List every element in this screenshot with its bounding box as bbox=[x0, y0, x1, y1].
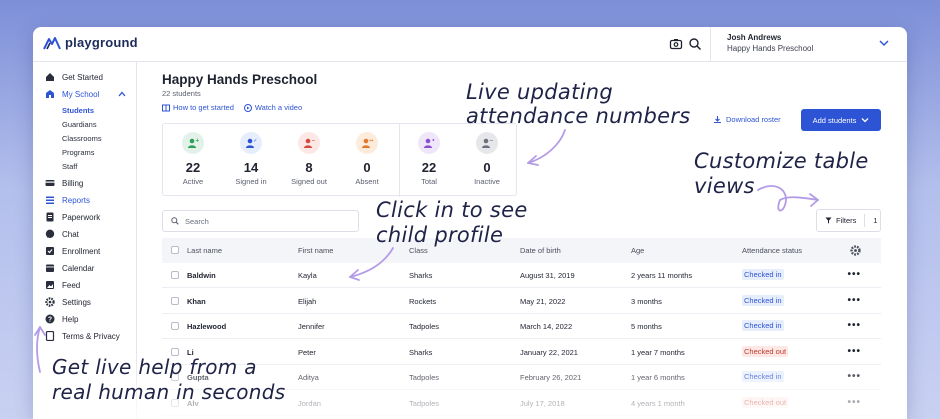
arrow-to-filters bbox=[757, 185, 819, 212]
arrow-to-row bbox=[349, 247, 394, 278]
annotation-arrows bbox=[34, 129, 819, 373]
arrow-to-help bbox=[36, 326, 41, 373]
arrow-to-help-head bbox=[34, 326, 46, 336]
